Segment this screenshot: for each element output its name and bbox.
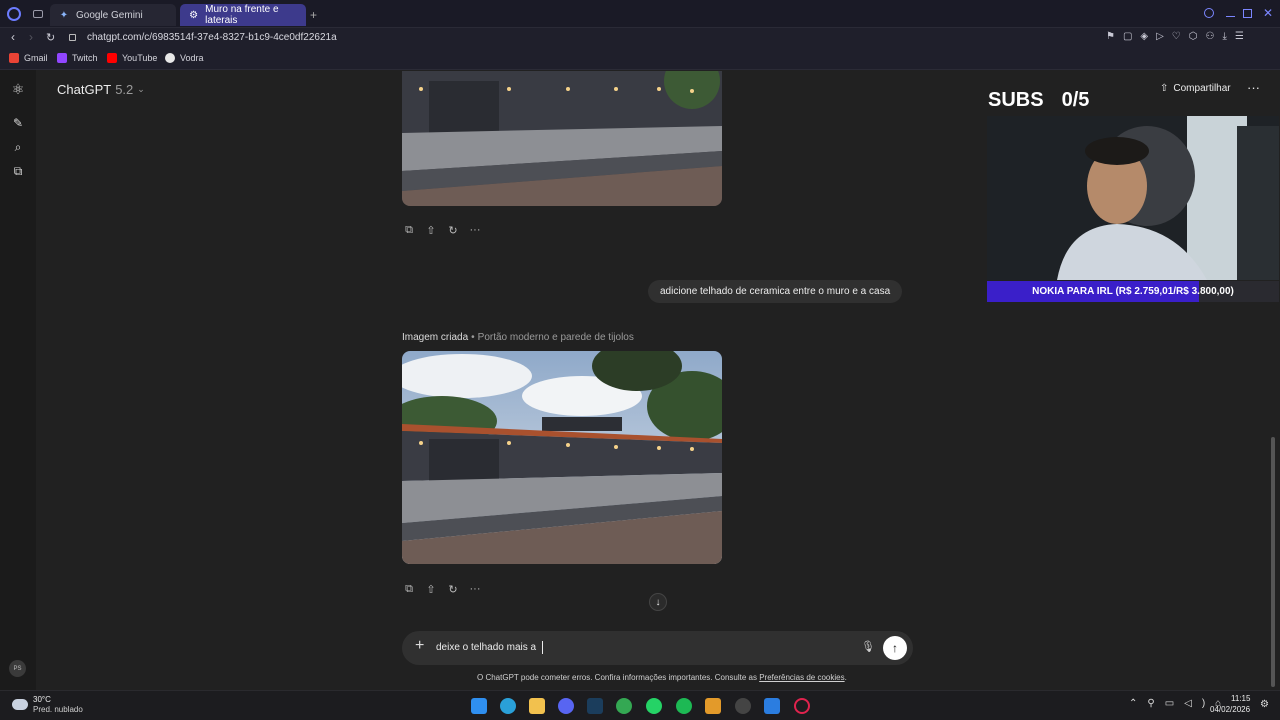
library-icon[interactable]: ⧉ [10, 163, 26, 179]
share-icon[interactable]: ⇧ [425, 224, 437, 237]
notifications-icon[interactable]: ⚙ [1260, 699, 1269, 710]
new-tab-button[interactable]: + [310, 8, 317, 22]
tab-label: Google Gemini [76, 9, 143, 21]
copy-icon[interactable]: ⧉ [403, 583, 415, 595]
message-actions-2: ⧉ ⇧ ↻ ··· [403, 583, 481, 596]
avatar[interactable]: PS [9, 660, 26, 677]
chatgpt-tab-icon: ⚙ [189, 9, 199, 21]
back-icon[interactable]: ‹ [11, 30, 15, 44]
restore-icon[interactable] [1243, 9, 1252, 18]
webcam-feed [987, 116, 1279, 280]
share-icon[interactable]: ⇧ [425, 583, 437, 596]
user-message-text: adicione telhado de ceramica entre o mur… [660, 286, 891, 297]
donation-goal-text: NOKIA PARA IRL (R$ 2.759,01/R$ 3.800,00) [1032, 286, 1234, 297]
chatgpt-logo-icon[interactable]: ⚛ [10, 81, 26, 97]
lock-icon [69, 34, 76, 41]
donation-goal-banner: NOKIA PARA IRL (R$ 2.759,01/R$ 3.800,00) [987, 281, 1279, 302]
bookmark-youtube[interactable]: YouTube [107, 53, 157, 63]
text-cursor [542, 641, 543, 654]
more-options-icon[interactable]: ··· [1247, 80, 1260, 95]
minimize-icon[interactable] [1226, 16, 1235, 17]
windows-taskbar: 30°C Pred. nublado ⌃⚲▭◁)⌂ 11:15 04/02/20… [0, 690, 1280, 720]
regenerate-icon[interactable]: ↻ [447, 224, 459, 237]
twitch-icon [57, 53, 67, 63]
mic-icon[interactable]: 🎙 [861, 640, 875, 653]
tab-overview-icon[interactable] [33, 10, 43, 18]
whatsapp-icon[interactable] [646, 698, 662, 714]
user-message-bubble: adicione telhado de ceramica entre o mur… [648, 280, 903, 303]
steam-icon[interactable] [587, 698, 603, 714]
chevron-down-icon: ⌄ [137, 84, 145, 94]
editor-app-icon[interactable] [764, 698, 780, 714]
generated-image-previous[interactable] [402, 71, 722, 206]
discord-icon[interactable] [558, 698, 574, 714]
model-selector[interactable]: ChatGPT 5.2 ⌄ [57, 82, 145, 97]
more-icon[interactable]: ··· [469, 224, 481, 236]
cookie-preferences-link[interactable]: Preferências de cookies [759, 673, 844, 682]
share-button[interactable]: ⇧ Compartilhar [1160, 83, 1231, 94]
weather-desc: Pred. nublado [33, 705, 83, 714]
image-created-label: Imagem criada [402, 332, 469, 343]
tab-label: Muro na frente e laterais [205, 4, 279, 26]
scrollbar-thumb[interactable] [1271, 437, 1275, 687]
file-explorer-icon[interactable] [529, 698, 545, 714]
share-icon: ⇧ [1160, 83, 1169, 94]
webcam-person-image [987, 116, 1279, 280]
url-input[interactable]: chatgpt.com/c/6983514f-37e4-8327-b1c9-4c… [87, 32, 337, 43]
forward-icon[interactable]: › [29, 30, 33, 44]
disclaimer: O ChatGPT pode cometer erros. Confira in… [477, 673, 847, 682]
model-label: ChatGPT [57, 82, 112, 97]
search-chats-icon[interactable]: ⌕ [10, 139, 26, 155]
regenerate-icon[interactable]: ↻ [447, 583, 459, 596]
clock-time: 11:15 [1231, 694, 1251, 703]
bookmarks-bar: Gmail Twitch YouTube Vodra [0, 48, 1280, 70]
edge-icon[interactable] [500, 698, 516, 714]
bookmark-vodra[interactable]: Vodra [165, 53, 204, 63]
subs-counter: SUBS 0/5 [988, 89, 1090, 111]
image-title: Portão moderno e parede de tijolos [477, 332, 634, 343]
weather-icon [12, 699, 28, 710]
browser-menu-icon[interactable] [7, 7, 21, 21]
bookmark-gmail[interactable]: Gmail [9, 53, 48, 63]
send-button[interactable]: ↑ [883, 636, 907, 660]
extension-icons[interactable]: ⚑▢◈▷♡⬡⚇⤓☰ [1106, 31, 1252, 42]
add-attachment-icon[interactable]: + [415, 637, 424, 655]
bookmark-twitch[interactable]: Twitch [57, 53, 98, 63]
image-wall-scene [402, 71, 722, 206]
gmail-icon [9, 53, 19, 63]
obs-related-icon[interactable] [705, 698, 721, 714]
address-bar: ‹ › ↻ chatgpt.com/c/6983514f-37e4-8327-b… [0, 28, 1280, 48]
chrome-icon[interactable] [616, 698, 632, 714]
youtube-icon [107, 53, 117, 63]
sidebar-rail: ⚛ ✎ ⌕ ⧉ PS [0, 70, 36, 690]
spotify-icon[interactable] [676, 698, 692, 714]
reload-icon[interactable]: ↻ [46, 31, 55, 44]
image-wall-roof-scene [402, 351, 722, 564]
clock-date: 04/02/2026 [1210, 705, 1251, 714]
generated-image[interactable] [402, 351, 722, 564]
scroll-down-button[interactable]: ↓ [649, 593, 667, 611]
start-icon[interactable] [471, 698, 487, 714]
opera-gx-icon[interactable] [794, 698, 810, 714]
tab-google-gemini[interactable]: ✦ Google Gemini [50, 4, 176, 26]
vodra-icon [165, 53, 175, 63]
gemini-icon: ✦ [59, 9, 69, 21]
more-icon[interactable]: ··· [469, 583, 481, 595]
message-input[interactable]: deixe o telhado mais a [436, 642, 536, 653]
browser-tab-bar: ✦ Google Gemini ⚙ Muro na frente e later… [0, 0, 1280, 28]
weather-temp: 30°C [33, 695, 51, 704]
close-icon[interactable]: ✕ [1263, 6, 1273, 20]
image-created-caption: Imagem criada • Portão moderno e parede … [402, 332, 634, 343]
search-icon[interactable] [1204, 8, 1214, 18]
new-chat-icon[interactable]: ✎ [10, 115, 26, 131]
copy-icon[interactable]: ⧉ [403, 224, 415, 236]
model-version: 5.2 [115, 82, 134, 97]
composer: + deixe o telhado mais a 🎙 ↑ [402, 631, 913, 665]
settings-app-icon[interactable] [735, 698, 751, 714]
message-actions-1: ⧉ ⇧ ↻ ··· [403, 224, 481, 237]
tab-muro-na-frente[interactable]: ⚙ Muro na frente e laterais [180, 4, 306, 26]
